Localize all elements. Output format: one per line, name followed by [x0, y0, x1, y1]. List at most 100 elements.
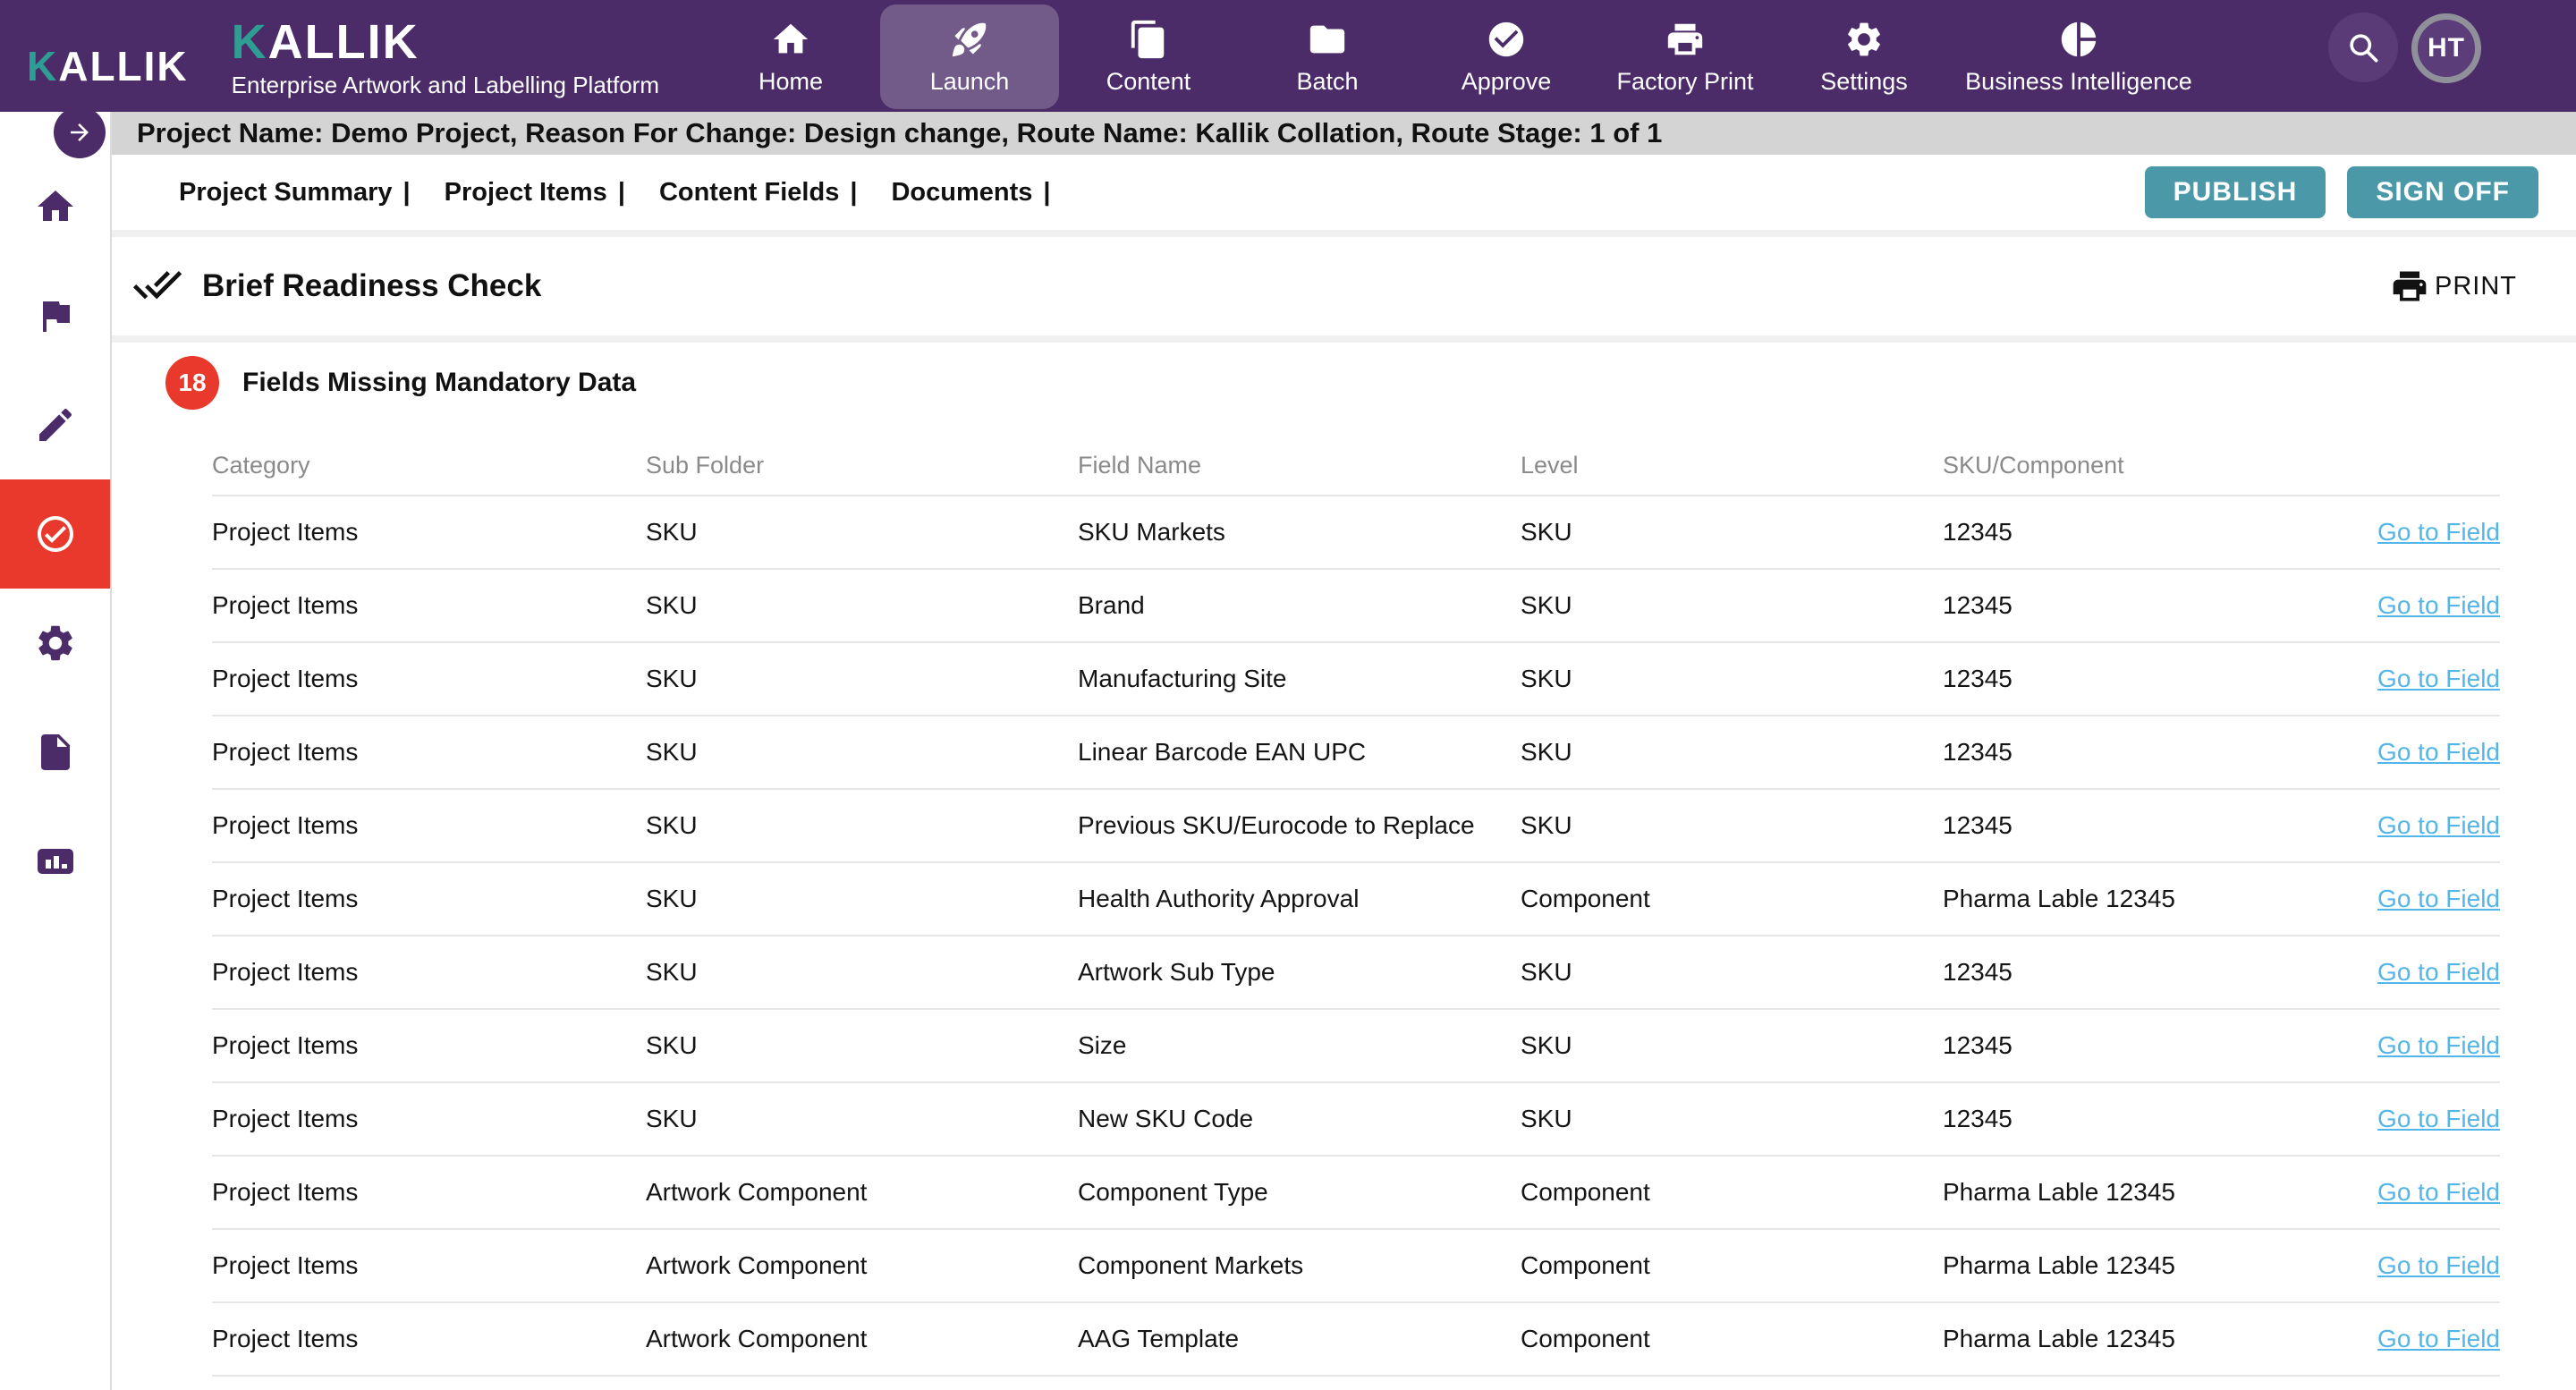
cell-category: Project Items — [212, 1325, 646, 1353]
go-to-field-link[interactable]: Go to Field — [2377, 1251, 2500, 1279]
check-circle-icon — [1486, 19, 1527, 60]
table-row: Project Items SKU Health Authority Appro… — [212, 861, 2500, 935]
cell-level: SKU — [1521, 591, 1943, 620]
cell-level: SKU — [1521, 958, 1943, 987]
go-to-field-link[interactable]: Go to Field — [2377, 1031, 2500, 1059]
cell-category: Project Items — [212, 665, 646, 693]
cell-sub-folder: SKU — [646, 1031, 1078, 1060]
table-row: Project Items SKU Previous SKU/Eurocode … — [212, 788, 2500, 861]
page-title: Brief Readiness Check — [202, 268, 541, 304]
cell-sku-component: 12345 — [1943, 738, 2318, 767]
publish-button[interactable]: PUBLISH — [2145, 166, 2326, 218]
tab-separator: | — [618, 178, 625, 207]
tab-separator: | — [1043, 178, 1050, 207]
go-to-field-link[interactable]: Go to Field — [2377, 1105, 2500, 1132]
cell-field-name: Component Type — [1078, 1178, 1521, 1207]
go-to-field-link[interactable]: Go to Field — [2377, 1325, 2500, 1352]
cell-sub-folder: SKU — [646, 811, 1078, 840]
nav-item-settings[interactable]: Settings — [1775, 4, 1953, 109]
table-row: Project Items SKU Artwork Sub Type SKU 1… — [212, 935, 2500, 1008]
sidebar-expand-button[interactable] — [54, 106, 106, 158]
logo-k-accent: K — [27, 43, 58, 89]
main-content: Project Summary| Project Items| Content … — [112, 155, 2576, 1377]
column-header-sku-component: SKU/Component — [1943, 452, 2318, 479]
cell-field-name: Brand — [1078, 591, 1521, 620]
sidebar-item-readiness-check[interactable] — [0, 479, 110, 589]
user-avatar[interactable]: HT — [2411, 13, 2481, 83]
tab-documents[interactable]: Documents| — [891, 178, 1050, 208]
nav-item-factory-print[interactable]: Factory Print — [1596, 4, 1775, 109]
table-row: Project Items Artwork Component AAG Temp… — [212, 1301, 2500, 1375]
kallik-logo-small[interactable]: KALLIK — [27, 42, 189, 90]
table-row: Project Items Artwork Component Componen… — [212, 1228, 2500, 1301]
print-button[interactable]: PRINT — [2385, 266, 2522, 307]
cell-sku-component: 12345 — [1943, 811, 2318, 840]
nav-item-approve[interactable]: Approve — [1417, 4, 1596, 109]
cell-level: Component — [1521, 1178, 1943, 1207]
sidebar — [0, 112, 112, 1390]
cell-field-name: AAG Template — [1078, 1325, 1521, 1353]
nav-item-home[interactable]: Home — [701, 4, 880, 109]
cell-field-name: Linear Barcode EAN UPC — [1078, 738, 1521, 767]
go-to-field-link[interactable]: Go to Field — [2377, 1178, 2500, 1206]
kallik-logo: KALLIK Enterprise Artwork and Labelling … — [232, 18, 659, 99]
cell-category: Project Items — [212, 1178, 646, 1207]
sidebar-item-settings[interactable] — [0, 589, 110, 698]
sidebar-item-home[interactable] — [0, 152, 110, 261]
home-icon — [770, 19, 811, 60]
sidebar-item-documents[interactable] — [0, 698, 110, 807]
pencil-icon — [34, 403, 77, 446]
search-button[interactable] — [2328, 13, 2398, 82]
sidebar-item-reports[interactable] — [0, 807, 110, 916]
copy-pages-icon — [1128, 19, 1169, 60]
sign-off-button[interactable]: SIGN OFF — [2347, 166, 2538, 218]
logo-k-accent: K — [232, 15, 268, 69]
brand-tagline: Enterprise Artwork and Labelling Platfor… — [232, 72, 659, 99]
tab-project-summary[interactable]: Project Summary| — [179, 178, 411, 208]
cell-category: Project Items — [212, 1105, 646, 1133]
nav-item-content[interactable]: Content — [1059, 4, 1238, 109]
column-header-sub-folder: Sub Folder — [646, 452, 1078, 479]
divider — [112, 335, 2576, 343]
sidebar-item-flag[interactable] — [0, 261, 110, 370]
go-to-field-link[interactable]: Go to Field — [2377, 885, 2500, 912]
go-to-field-link[interactable]: Go to Field — [2377, 665, 2500, 692]
cell-field-name: Artwork Sub Type — [1078, 958, 1521, 987]
cell-sku-component: Pharma Lable 12345 — [1943, 1251, 2318, 1280]
missing-fields-table: Category Sub Folder Field Name Level SKU… — [212, 436, 2500, 1377]
cell-level: SKU — [1521, 665, 1943, 693]
go-to-field-link[interactable]: Go to Field — [2377, 958, 2500, 986]
cell-sub-folder: SKU — [646, 591, 1078, 620]
top-navigation: KALLIK KALLIK Enterprise Artwork and Lab… — [0, 0, 2576, 112]
nav-item-batch[interactable]: Batch — [1238, 4, 1417, 109]
arrow-right-icon — [66, 119, 93, 146]
go-to-field-link[interactable]: Go to Field — [2377, 811, 2500, 839]
go-to-field-link[interactable]: Go to Field — [2377, 591, 2500, 619]
go-to-field-link[interactable]: Go to Field — [2377, 738, 2500, 766]
tab-separator: | — [850, 178, 857, 207]
cell-category: Project Items — [212, 885, 646, 913]
nav-item-business-intelligence[interactable]: Business Intelligence — [1953, 4, 2204, 109]
column-header-category: Category — [212, 452, 646, 479]
cell-category: Project Items — [212, 958, 646, 987]
file-icon — [34, 731, 77, 774]
tabs-row: Project Summary| Project Items| Content … — [112, 155, 2576, 230]
cell-sub-folder: SKU — [646, 518, 1078, 547]
cell-sku-component: 12345 — [1943, 518, 2318, 547]
go-to-field-link[interactable]: Go to Field — [2377, 518, 2500, 546]
cell-category: Project Items — [212, 1251, 646, 1280]
logo-text-rest: ALLIK — [58, 43, 188, 89]
table-row: Project Items SKU Brand SKU 12345 Go to … — [212, 568, 2500, 641]
tab-content-fields[interactable]: Content Fields| — [659, 178, 858, 208]
cell-category: Project Items — [212, 518, 646, 547]
nav-item-launch[interactable]: Launch — [880, 4, 1059, 109]
section-title: Fields Missing Mandatory Data — [242, 368, 636, 398]
sidebar-item-edit[interactable] — [0, 370, 110, 479]
cell-field-name: New SKU Code — [1078, 1105, 1521, 1133]
check-circle-outline-icon — [34, 513, 77, 555]
nav-label: Settings — [1820, 68, 1908, 96]
table-row: Project Items SKU Linear Barcode EAN UPC… — [212, 715, 2500, 788]
tab-project-items[interactable]: Project Items| — [445, 178, 625, 208]
section-tabs: Project Summary| Project Items| Content … — [179, 178, 1051, 208]
column-header-field-name: Field Name — [1078, 452, 1521, 479]
